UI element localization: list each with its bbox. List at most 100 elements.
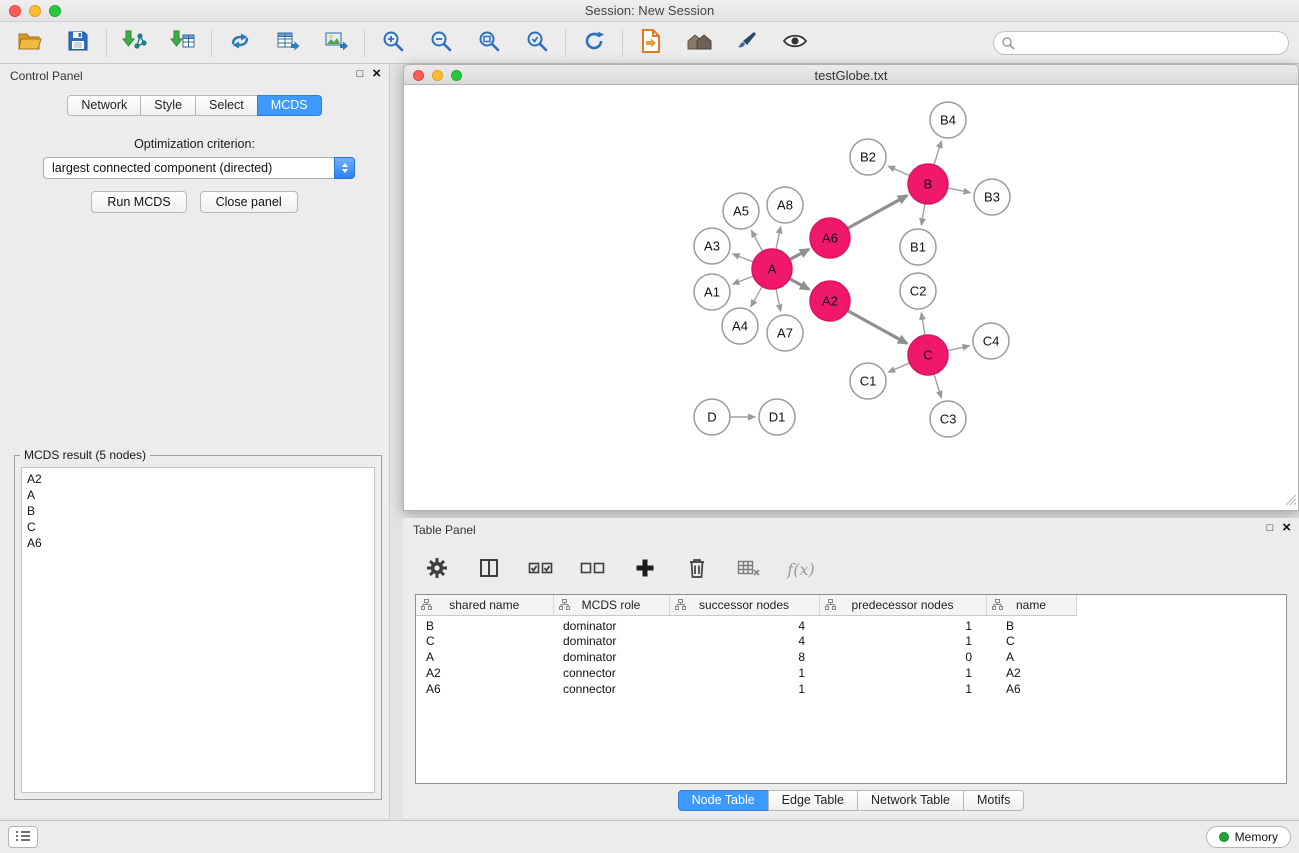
close-panel-button[interactable]: Close panel xyxy=(200,191,298,213)
memory-button[interactable]: Memory xyxy=(1206,826,1291,848)
graph-edge[interactable] xyxy=(888,363,909,372)
graph-edge[interactable] xyxy=(948,346,970,351)
float-panel-button[interactable]: □ xyxy=(1267,521,1274,535)
tab-edge-table[interactable]: Edge Table xyxy=(768,790,858,811)
column-type-icon xyxy=(421,599,432,613)
graph-edge[interactable] xyxy=(934,374,941,398)
import-network-button[interactable] xyxy=(119,27,151,59)
graph-node-label: B4 xyxy=(940,113,956,128)
graph-node-label: B3 xyxy=(984,190,1000,205)
import-table-icon xyxy=(170,29,196,56)
network-window-titlebar[interactable]: testGlobe.txt xyxy=(403,64,1299,85)
refresh-button[interactable] xyxy=(578,27,610,59)
close-panel-icon[interactable]: × xyxy=(372,67,381,81)
export-image-button[interactable] xyxy=(320,27,352,59)
style-button[interactable] xyxy=(731,27,763,59)
graph-edge[interactable] xyxy=(888,166,910,176)
tab-mcds[interactable]: MCDS xyxy=(257,95,322,116)
import-network-icon xyxy=(122,29,148,56)
table-cell: 1 xyxy=(819,633,986,649)
save-session-button[interactable] xyxy=(62,27,94,59)
mcds-result-group: MCDS result (5 nodes) A2ABCA6 xyxy=(14,455,382,800)
graph-edge[interactable] xyxy=(948,188,971,193)
graph-edge[interactable] xyxy=(776,289,781,312)
delete-column-button[interactable] xyxy=(681,553,713,585)
tab-select[interactable]: Select xyxy=(195,95,258,116)
delete-table-button[interactable] xyxy=(733,553,765,585)
graph-edge[interactable] xyxy=(751,230,762,251)
toolbar-separator xyxy=(106,29,107,57)
table-delete-icon xyxy=(737,558,761,581)
zoom-in-button[interactable] xyxy=(377,27,409,59)
import-table-button[interactable] xyxy=(167,27,199,59)
task-history-button[interactable] xyxy=(8,826,38,848)
graph-edge[interactable] xyxy=(848,196,907,229)
zoom-selected-button[interactable] xyxy=(521,27,553,59)
run-mcds-button[interactable]: Run MCDS xyxy=(91,191,186,213)
graph-node-label: C3 xyxy=(940,412,957,427)
criterion-dropdown[interactable]: largest connected component (directed) xyxy=(43,157,355,179)
graph-edge[interactable] xyxy=(790,249,809,259)
graph-edge[interactable] xyxy=(751,286,762,306)
table-cell: A xyxy=(986,649,1076,665)
table-cell: A2 xyxy=(416,665,553,681)
column-header[interactable]: shared name xyxy=(416,595,553,615)
deselect-all-rows-button[interactable] xyxy=(577,553,609,585)
create-column-button[interactable] xyxy=(629,553,661,585)
tab-network[interactable]: Network xyxy=(67,95,141,116)
home-button[interactable] xyxy=(683,27,715,59)
table-cell: B xyxy=(416,615,553,633)
table-cell: A2 xyxy=(986,665,1076,681)
search-input[interactable] xyxy=(993,31,1289,55)
table-row[interactable]: Cdominator41C xyxy=(416,633,1076,649)
column-header[interactable]: name xyxy=(986,595,1076,615)
clone-network-button[interactable] xyxy=(224,27,256,59)
zoom-fit-button[interactable] xyxy=(473,27,505,59)
tab-motifs[interactable]: Motifs xyxy=(963,790,1024,811)
optimization-criterion-label: Optimization criterion: xyxy=(0,137,389,151)
open-session-button[interactable] xyxy=(14,27,46,59)
graph-node-label: C xyxy=(923,348,932,363)
document-arrow-icon xyxy=(640,28,662,57)
function-builder-button[interactable]: f(x) xyxy=(785,553,817,585)
close-panel-icon[interactable]: × xyxy=(1282,521,1291,535)
new-session-button[interactable] xyxy=(635,27,667,59)
graph-edge[interactable] xyxy=(848,311,907,344)
network-view-window: testGlobe.txt B4B2BB3A5A8A6A3B1AA1C2A2A4… xyxy=(403,64,1299,511)
tab-network-table[interactable]: Network Table xyxy=(857,790,964,811)
graph-edge[interactable] xyxy=(776,227,781,250)
graph-edge[interactable] xyxy=(733,254,754,262)
column-header[interactable]: successor nodes xyxy=(669,595,819,615)
column-type-icon xyxy=(992,599,1003,613)
zoom-out-icon xyxy=(429,29,453,56)
tab-node-table[interactable]: Node Table xyxy=(678,790,769,811)
mcds-result-item: C xyxy=(27,519,369,535)
export-table-button[interactable] xyxy=(272,27,304,59)
table-row[interactable]: Adominator80A xyxy=(416,649,1076,665)
table-row[interactable]: A2connector11A2 xyxy=(416,665,1076,681)
network-canvas-area[interactable]: B4B2BB3A5A8A6A3B1AA1C2A2A4A7C4CC1C3DD1 xyxy=(403,85,1299,511)
float-panel-button[interactable]: □ xyxy=(357,67,364,81)
graph-edge[interactable] xyxy=(921,204,924,226)
zoom-out-button[interactable] xyxy=(425,27,457,59)
tab-style[interactable]: Style xyxy=(140,95,196,116)
table-row[interactable]: Bdominator41B xyxy=(416,615,1076,633)
graph-edge[interactable] xyxy=(921,313,925,336)
column-visibility-button[interactable] xyxy=(473,553,505,585)
column-header[interactable]: MCDS role xyxy=(553,595,669,615)
graph-edge[interactable] xyxy=(790,279,809,290)
table-row[interactable]: A6connector11A6 xyxy=(416,681,1076,697)
network-canvas[interactable]: B4B2BB3A5A8A6A3B1AA1C2A2A4A7C4CC1C3DD1 xyxy=(404,85,1298,509)
column-type-icon xyxy=(825,599,836,613)
column-header[interactable]: predecessor nodes xyxy=(819,595,986,615)
table-cell: C xyxy=(416,633,553,649)
control-panel: Control Panel □ × Network Style Select M… xyxy=(0,64,390,818)
graph-edge[interactable] xyxy=(934,141,941,165)
save-icon xyxy=(66,29,90,56)
resize-grip-icon[interactable] xyxy=(1285,494,1297,509)
table-settings-button[interactable] xyxy=(421,553,453,585)
table-cell: A6 xyxy=(416,681,553,697)
show-hide-button[interactable] xyxy=(779,27,811,59)
graph-edge[interactable] xyxy=(733,276,754,284)
select-all-rows-button[interactable] xyxy=(525,553,557,585)
